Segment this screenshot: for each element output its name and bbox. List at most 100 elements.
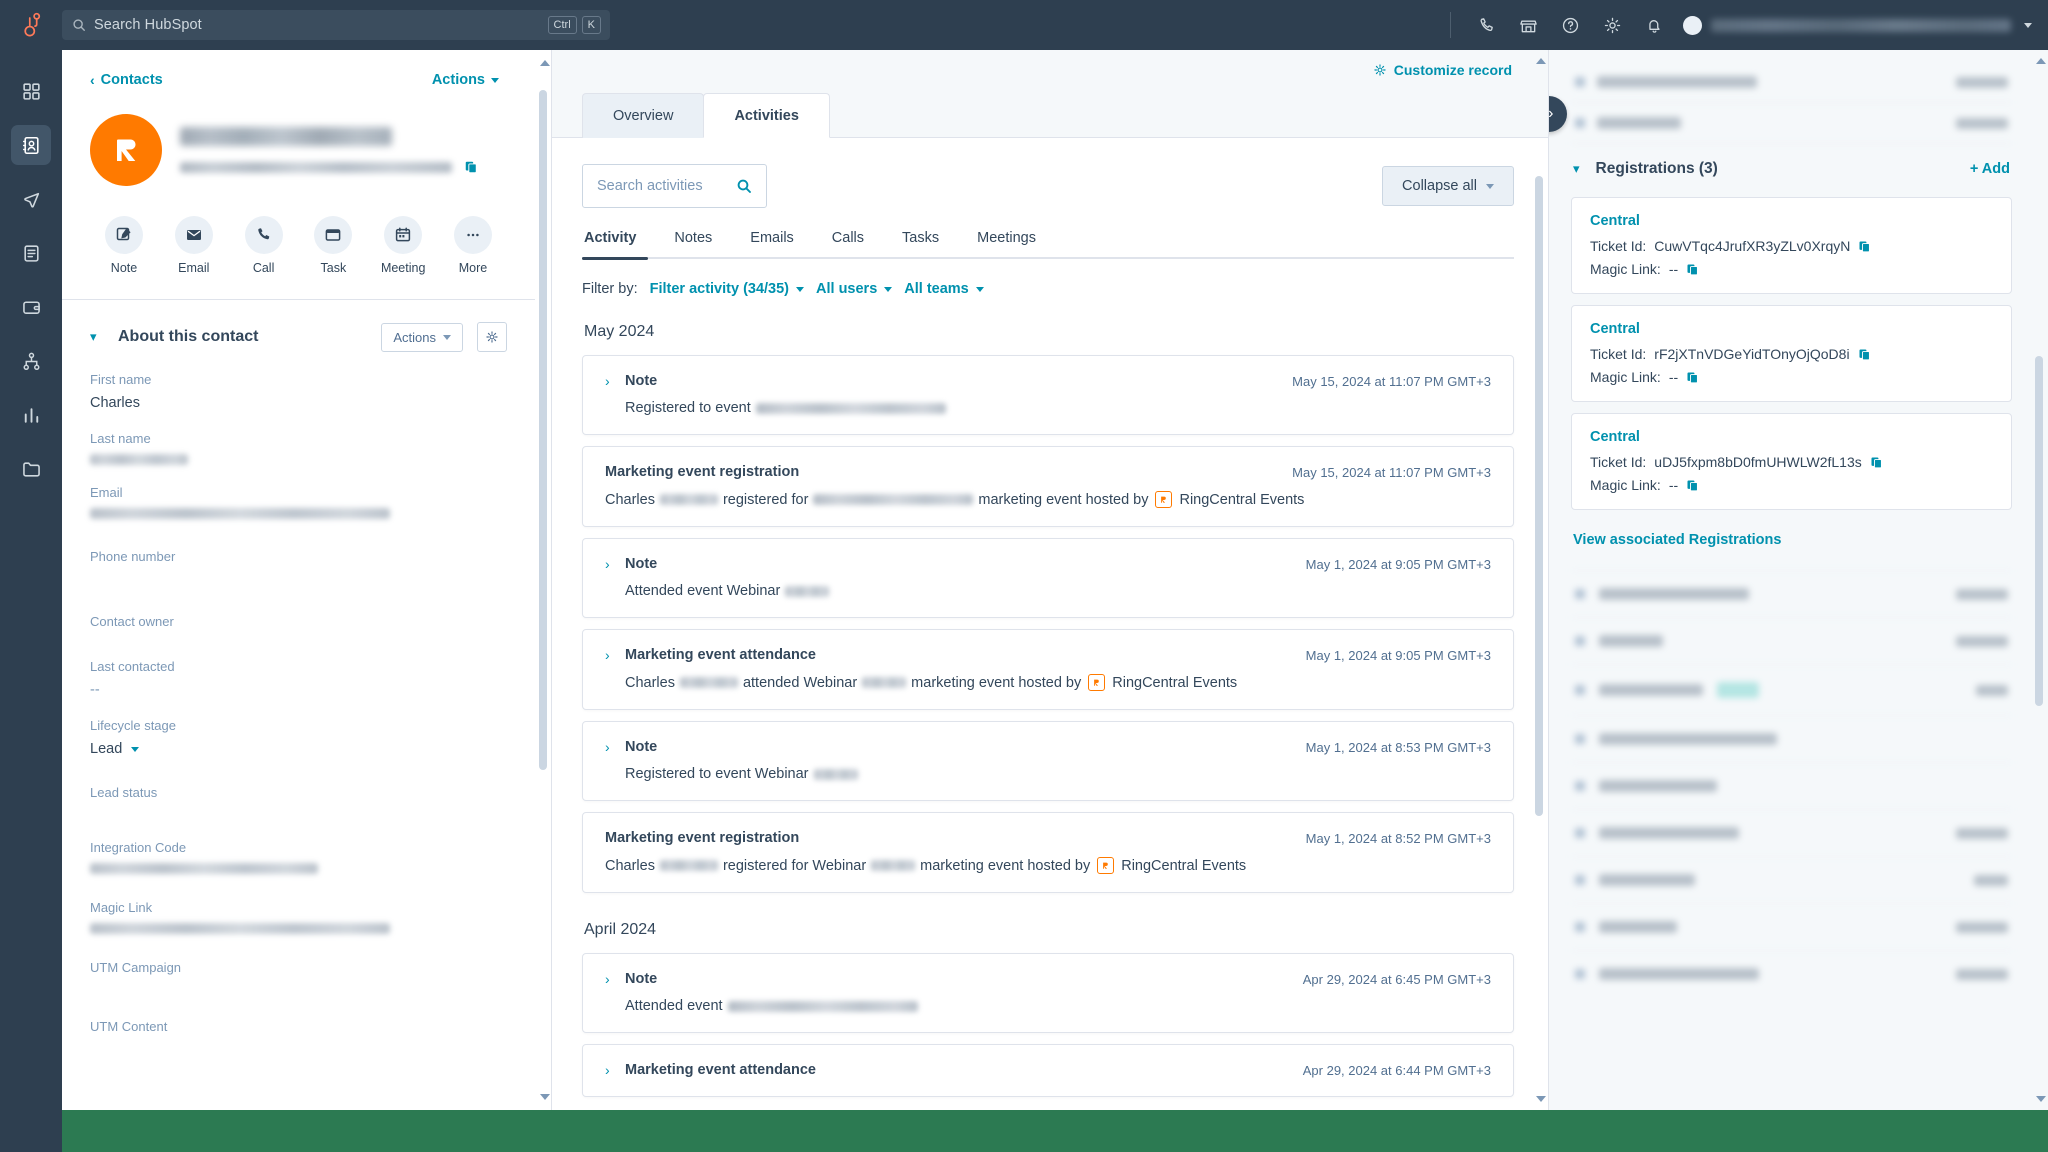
chevron-down-icon[interactable]: ▾ [1573,161,1580,177]
about-settings-button[interactable] [477,322,507,352]
field-value[interactable] [90,983,507,997]
scroll-up-arrow[interactable] [540,60,550,66]
quick-action-call[interactable]: Call [234,216,294,275]
collapsed-section[interactable] [1571,809,2012,856]
field-value[interactable] [90,808,507,818]
chevron-right-icon[interactable]: › [605,556,614,572]
chevron-right-icon[interactable]: › [605,647,614,663]
chevron-right-icon[interactable]: › [605,739,614,755]
activity-card[interactable]: › Marketing event attendance Apr 29, 202… [582,1044,1514,1097]
activity-card[interactable]: › Note Apr 29, 2024 at 6:45 PM GMT+3 Att… [582,953,1514,1033]
scroll-up-arrow[interactable] [1536,58,1546,64]
hubspot-logo-icon[interactable] [0,12,62,38]
field-value-redacted[interactable] [90,508,390,519]
add-registration-button[interactable]: + Add [1970,161,2010,177]
activity-card[interactable]: Marketing event registration May 1, 2024… [582,812,1514,893]
tab-emails[interactable]: Emails [731,230,813,257]
lifecycle-stage-dropdown[interactable]: Lead [90,741,507,757]
quick-action-more[interactable]: More [443,216,503,275]
marketplace-icon[interactable] [1507,0,1549,50]
quick-action-meeting[interactable]: Meeting [373,216,433,275]
scrollbar-thumb[interactable] [2035,356,2043,706]
tab-overview[interactable]: Overview [582,93,705,138]
collapsed-section[interactable] [1571,950,2012,997]
bell-icon[interactable] [1633,0,1675,50]
tab-activities[interactable]: Activities [703,93,830,138]
chevron-down-icon[interactable]: ▾ [90,329,104,345]
all-teams-dropdown[interactable]: All teams [904,281,984,297]
tab-tasks[interactable]: Tasks [883,230,958,257]
registration-name[interactable]: Central [1590,429,1993,445]
activity-card[interactable]: › Note May 15, 2024 at 11:07 PM GMT+3 Re… [582,355,1514,435]
collapsed-section[interactable] [1571,617,2012,664]
help-circle-icon[interactable] [1549,0,1591,50]
field-value[interactable]: Charles [90,395,507,411]
phone-icon[interactable] [1465,0,1507,50]
sidebar-item-automation[interactable] [0,334,62,388]
collapsed-section[interactable] [1571,715,2012,762]
copy-icon[interactable] [464,159,478,175]
sidebar-item-contacts[interactable] [0,118,62,172]
copy-icon[interactable] [1686,370,1699,385]
quick-action-email[interactable]: Email [164,216,224,275]
sidebar-item-content[interactable] [0,226,62,280]
sidebar-item-reports[interactable] [0,388,62,442]
search-activities-input[interactable]: Search activities [582,164,767,208]
chevron-right-icon[interactable]: › [605,971,614,987]
global-search-input[interactable]: Search HubSpot Ctrl K [62,10,610,40]
copy-icon[interactable] [1858,347,1871,362]
activity-card[interactable]: › Note May 1, 2024 at 8:53 PM GMT+3 Regi… [582,721,1514,801]
activity-card[interactable]: Marketing event registration May 15, 202… [582,446,1514,527]
copy-icon[interactable] [1870,455,1883,470]
quick-action-note[interactable]: Note [94,216,154,275]
all-users-dropdown[interactable]: All users [816,281,893,297]
collapsed-section[interactable] [1571,903,2012,950]
customize-record-button[interactable]: Customize record [1373,62,1512,78]
collapsed-section[interactable] [1571,62,2012,103]
filter-activity-dropdown[interactable]: Filter activity (34/35) [650,281,805,297]
sidebar-item-library[interactable] [0,442,62,496]
collapsed-section[interactable] [1571,103,2012,144]
scrollbar-thumb[interactable] [1535,176,1543,816]
field-value-redacted[interactable] [90,923,390,934]
field-value-redacted[interactable] [90,863,318,874]
field-value[interactable] [90,572,507,588]
registration-name[interactable]: Central [1590,213,1993,229]
sidebar-item-marketing[interactable] [0,172,62,226]
scroll-down-arrow[interactable] [540,1094,550,1100]
registration-card[interactable]: Central Ticket Id: rF2jXTnVDGeYidTOnyOjQ… [1571,305,2012,402]
field-value[interactable] [90,1042,507,1056]
activities-scrollbar[interactable] [1533,56,1546,1104]
tab-notes[interactable]: Notes [655,230,731,257]
copy-icon[interactable] [1686,262,1699,277]
copy-icon[interactable] [1686,478,1699,493]
associations-scrollbar[interactable] [2033,56,2046,1104]
field-value-redacted[interactable] [90,454,188,465]
collapsed-section[interactable] [1571,570,2012,617]
registration-name[interactable]: Central [1590,321,1993,337]
copy-icon[interactable] [1858,239,1871,254]
tab-activity[interactable]: Activity [582,230,655,257]
collapsed-section[interactable] [1571,762,2012,809]
chevron-right-icon[interactable]: › [605,373,614,389]
contact-actions-button[interactable]: Actions [432,72,499,88]
scroll-down-arrow[interactable] [2036,1096,2046,1102]
account-menu[interactable] [1683,15,2034,35]
gear-icon[interactable] [1591,0,1633,50]
sidebar-item-apps[interactable] [0,64,62,118]
activity-card[interactable]: › Note May 1, 2024 at 9:05 PM GMT+3 Atte… [582,538,1514,618]
registration-card[interactable]: Central Ticket Id: CuwVTqc4JrufXR3yZLv0X… [1571,197,2012,294]
quick-action-task[interactable]: Task [303,216,363,275]
tab-calls[interactable]: Calls [813,230,883,257]
tab-meetings[interactable]: Meetings [958,230,1055,257]
activity-card[interactable]: › Marketing event attendance May 1, 2024… [582,629,1514,710]
about-actions-button[interactable]: Actions [381,322,463,352]
view-associated-registrations-link[interactable]: View associated Registrations [1573,532,2010,548]
chevron-right-icon[interactable]: › [605,1062,614,1078]
scrollbar-thumb[interactable] [539,90,547,770]
contact-sidebar-scrollbar[interactable] [537,58,550,1102]
collapse-all-button[interactable]: Collapse all [1382,166,1514,206]
scroll-down-arrow[interactable] [1536,1096,1546,1102]
field-value[interactable] [90,637,507,639]
registration-card[interactable]: Central Ticket Id: uDJ5fxpm8bD0fmUHWLW2f… [1571,413,2012,510]
